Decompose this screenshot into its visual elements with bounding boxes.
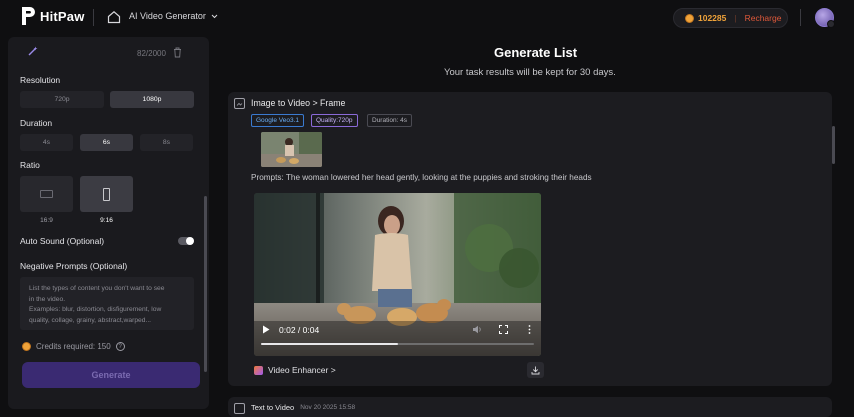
info-icon[interactable]: ? (115, 342, 125, 351)
download-icon (531, 366, 540, 374)
duration-option-6s[interactable]: 6s (80, 134, 133, 151)
app-title-label: AI Video Generator (129, 11, 206, 21)
hitpaw-logo[interactable]: HitPaw (20, 6, 85, 26)
task-prompt: Prompts: The woman lowered her head gent… (251, 173, 592, 182)
generate-button[interactable]: Generate (22, 362, 200, 388)
credit-balance: 102285 (698, 13, 727, 23)
trash-icon[interactable] (173, 47, 182, 58)
landscape-icon (40, 190, 53, 198)
placeholder-line: quality, collage, grainy, abstract,warpe… (29, 316, 152, 324)
task-date: Nov 20 2025 15:58 (300, 404, 356, 411)
results-scrollbar[interactable] (832, 126, 835, 164)
page-subtitle: Your task results will be kept for 30 da… (444, 67, 616, 78)
task-title: Text to Video Nov 20 2025 15:58 (251, 403, 355, 412)
credits-pill: 102285 | Recharge (673, 8, 788, 28)
avatar-badge-icon (827, 20, 835, 28)
resolution-label: Resolution (20, 75, 61, 85)
ratio-label: Ratio (20, 160, 40, 170)
auto-sound-label: Auto Sound (Optional) (20, 236, 105, 246)
brand-name: HitPaw (40, 8, 85, 24)
negative-prompts-label: Negative Prompts (Optional) (20, 261, 128, 271)
source-image-thumbnail[interactable] (261, 132, 322, 167)
credits-required-text: Credits required: 150 (36, 342, 111, 351)
volume-icon[interactable] (472, 325, 482, 334)
model-tag: Google Veo3.1 (251, 114, 305, 127)
top-bar: HitPaw AI Video Generator 102285 | Recha… (0, 0, 854, 36)
placeholder-line: Examples: blur, distortion, disfiguremen… (29, 306, 162, 313)
quality-tag: Quality:720p (311, 114, 358, 127)
magic-wand-icon[interactable] (28, 46, 38, 59)
app-switcher[interactable]: AI Video Generator (129, 11, 218, 21)
video-enhancer-link[interactable]: Video Enhancer > (254, 365, 336, 375)
resolution-option-1080p[interactable]: 1080p (110, 91, 194, 108)
image-to-video-icon (234, 98, 245, 109)
toggle-knob (186, 237, 194, 245)
placeholder-line: in the video. (29, 295, 66, 303)
credits-required: Credits required: 150 ? (22, 342, 125, 351)
ratio-16-9-label: 16:9 (40, 217, 53, 224)
header-divider (93, 9, 94, 26)
download-button[interactable] (527, 362, 544, 378)
duration-tag: Duration: 4s (367, 114, 413, 127)
char-count: 82/2000 (137, 49, 166, 58)
coin-icon (685, 13, 694, 23)
video-progress-fill (261, 343, 398, 345)
recharge-link[interactable]: Recharge (745, 13, 782, 23)
video-enhancer-icon (254, 365, 263, 375)
ratio-option-16-9[interactable] (20, 176, 73, 212)
pill-separator: | (734, 13, 737, 23)
video-enhancer-label: Video Enhancer > (268, 365, 336, 375)
coin-icon (22, 342, 31, 351)
play-icon[interactable] (262, 325, 270, 334)
page-title: Generate List (494, 45, 578, 60)
ratio-option-9-16[interactable] (80, 176, 133, 212)
more-options-icon[interactable] (528, 325, 531, 334)
duration-option-4s[interactable]: 4s (20, 134, 73, 151)
duration-label: Duration (20, 118, 53, 128)
task-title-text: Text to Video (251, 403, 295, 412)
placeholder-line: List the types of content you don't want… (29, 285, 165, 292)
chevron-down-icon (211, 14, 218, 18)
settings-scrollbar[interactable] (204, 196, 207, 372)
ratio-9-16-label: 9:16 (100, 217, 113, 224)
portrait-icon (103, 187, 110, 201)
task-title: Image to Video > Frame (251, 98, 346, 108)
negative-prompts-input[interactable]: List the types of content you don't want… (20, 277, 194, 330)
duration-option-8s[interactable]: 8s (140, 134, 193, 151)
header-divider-right (800, 9, 801, 26)
video-time: 0:02 / 0:04 (279, 325, 320, 335)
home-icon[interactable] (107, 10, 121, 24)
hitpaw-logo-icon (22, 7, 35, 25)
fullscreen-icon[interactable] (499, 325, 508, 334)
resolution-option-720p[interactable]: 720p (20, 91, 104, 108)
